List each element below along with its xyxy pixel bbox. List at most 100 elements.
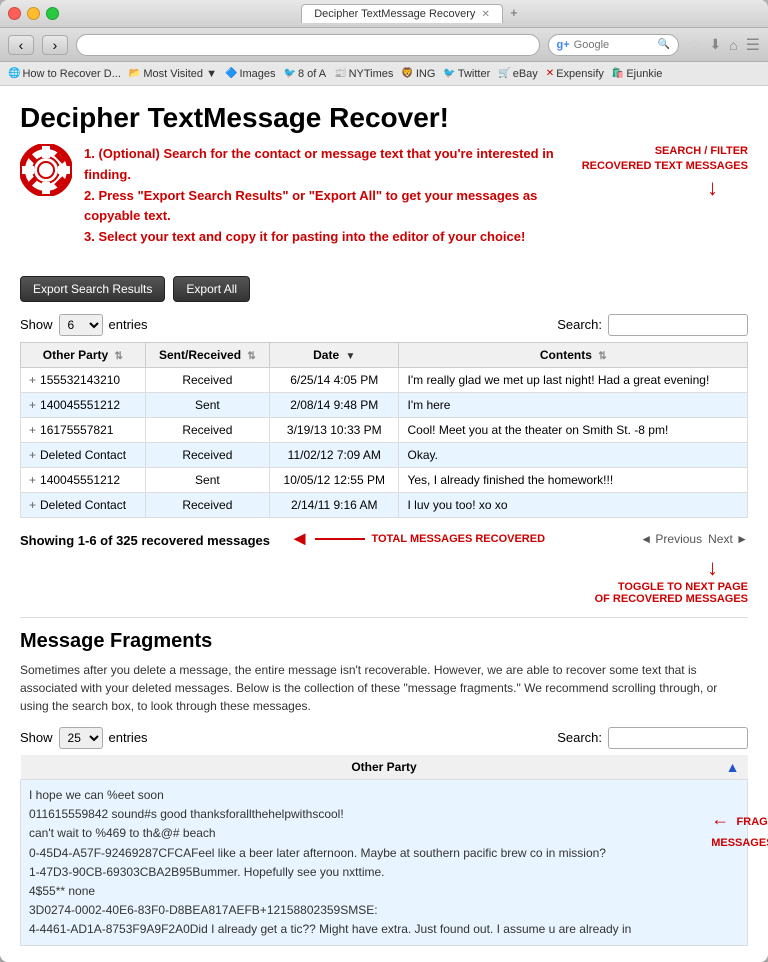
fragments-annotation: ← FRAGMENTS ARE REMNANTS OFMESSAGES THAT… [711, 806, 768, 851]
forward-button[interactable]: › [42, 35, 68, 55]
address-bar[interactable] [76, 34, 540, 56]
table-row: +Deleted Contact Received 2/14/11 9:16 A… [21, 492, 748, 517]
total-annotation: ◄ TOTAL MESSAGES RECOVERED [290, 528, 545, 551]
bookmark-icon-8ofa: 🐦 [284, 68, 296, 79]
search-nav-input[interactable] [574, 39, 654, 51]
fragments-col-label: Other Party [351, 760, 416, 774]
bookmark-label-expensify: Expensify [556, 68, 604, 80]
fragment-line: 011615559842 sound#s good thanksforallth… [29, 805, 739, 824]
total-annotation-label: TOTAL MESSAGES RECOVERED [371, 533, 545, 545]
fragments-search-input[interactable] [608, 727, 748, 749]
next-button[interactable]: Next ► [708, 532, 748, 546]
bookmark-label-most-visited: Most Visited ▼ [143, 68, 217, 80]
cell-content: I luv you too! xo xo [399, 492, 748, 517]
cell-date: 11/02/12 7:09 AM [270, 442, 399, 467]
col-header-contents[interactable]: Contents ⇅ [399, 342, 748, 367]
cell-content: I'm here [399, 392, 748, 417]
fragments-description: Sometimes after you delete a message, th… [20, 661, 748, 715]
expand-icon[interactable]: + [29, 373, 36, 387]
fragments-show-label: Show [20, 730, 53, 745]
export-all-button[interactable]: Export All [173, 276, 250, 302]
google-search-icon: g+ [557, 39, 570, 51]
new-tab-button[interactable]: + [510, 5, 518, 20]
table-row: +Deleted Contact Received 11/02/12 7:09 … [21, 442, 748, 467]
bookmark-icon-ing: 🦁 [401, 68, 413, 79]
expand-icon[interactable]: + [29, 398, 36, 412]
expand-icon[interactable]: + [29, 473, 36, 487]
fragments-cell: I hope we can %eet soon011615559842 soun… [21, 779, 748, 946]
cell-party: +16175557821 [21, 417, 146, 442]
fragment-line: 3D0274-0002-40E6-83F0-D8BEA817AEFB+12158… [29, 901, 739, 920]
export-search-button[interactable]: Export Search Results [20, 276, 165, 302]
annotation-line [315, 538, 365, 540]
col-header-sent-received[interactable]: Sent/Received ⇅ [145, 342, 269, 367]
bookmark-twitter[interactable]: 🐦 Twitter [443, 68, 490, 80]
table-row: +16175557821 Received 3/19/13 10:33 PM C… [21, 417, 748, 442]
minimize-button[interactable] [27, 7, 40, 20]
previous-button[interactable]: ◄ Previous [640, 532, 702, 546]
bookmark-ing[interactable]: 🦁 ING [401, 68, 435, 80]
showing-count: 325 [116, 533, 138, 548]
bookmark-nytimes[interactable]: 📰 NYTimes [334, 68, 393, 80]
nav-search-button[interactable]: 🔍 [658, 39, 670, 50]
bookmark-star-icon[interactable]: ☆ [687, 35, 701, 55]
titlebar: Decipher TextMessage Recovery ✕ + [0, 0, 768, 28]
bookmark-expensify[interactable]: ✕ Expensify [546, 68, 604, 80]
fragments-row: I hope we can %eet soon011615559842 soun… [21, 779, 748, 946]
cell-party: +Deleted Contact [21, 492, 146, 517]
fragments-search-label: Search: [557, 730, 602, 745]
fragments-entries-select[interactable]: 25 10 50 [59, 727, 103, 749]
close-button[interactable] [8, 7, 21, 20]
sort-date-icon: ▼ [345, 351, 355, 362]
expand-icon[interactable]: + [29, 423, 36, 437]
bookmark-8ofa[interactable]: 🐦 8 of A [284, 68, 327, 80]
search-annotation: SEARCH / FILTERRECOVERED TEXT MESSAGES ↓ [582, 144, 748, 201]
next-page-arrow-icon: ↓ [595, 555, 718, 581]
back-button[interactable]: ‹ [8, 35, 34, 55]
fragments-entries-label: entries [109, 730, 148, 745]
col-header-party[interactable]: Other Party ⇅ [21, 342, 146, 367]
window-title: Decipher TextMessage Recovery ✕ + [59, 4, 760, 23]
sort-fragments-icon[interactable]: ▲ [726, 759, 740, 775]
bookmark-ejunkie[interactable]: 🛍️ Ejunkie [612, 68, 663, 80]
fragment-line: I hope we can %eet soon [29, 786, 739, 805]
maximize-button[interactable] [46, 7, 59, 20]
bookmark-how-to[interactable]: 🌐 How to Recover D... [8, 68, 121, 80]
search-label: Search: [557, 317, 602, 332]
showing-row: Showing 1-6 of 325 recovered messages ◄ … [20, 528, 748, 551]
entries-select[interactable]: 6 10 25 50 [59, 314, 103, 336]
window-controls[interactable] [8, 7, 59, 20]
expand-icon[interactable]: + [29, 448, 36, 462]
cell-type: Received [145, 417, 269, 442]
tab-label: Decipher TextMessage Recovery [314, 8, 475, 20]
cell-type: Sent [145, 467, 269, 492]
cell-content: Okay. [399, 442, 748, 467]
showing-text: Showing 1-6 of 325 recovered messages ◄ … [20, 528, 545, 551]
bookmark-label-how-to: How to Recover D... [22, 68, 120, 80]
instructions-text: 1. (Optional) Search for the contact or … [84, 144, 570, 248]
download-icon[interactable]: ⬇ [709, 36, 721, 53]
instruction-2: 2. Press "Export Search Results" or "Exp… [84, 186, 570, 228]
tab-close[interactable]: ✕ [481, 9, 489, 20]
cell-content: Yes, I already finished the homework!!! [399, 467, 748, 492]
home-icon[interactable]: ⌂ [729, 37, 737, 53]
bookmark-label-ejunkie: Ejunkie [626, 68, 662, 80]
fragments-table: Other Party ▲ I hope we can %eet soon011… [20, 755, 748, 947]
fragments-content-wrapper: I hope we can %eet soon011615559842 soun… [29, 786, 739, 940]
show-entries: Show 6 10 25 50 entries [20, 314, 148, 336]
bookmark-images[interactable]: 🔷 Images [225, 68, 276, 80]
bookmark-most-visited[interactable]: 📂 Most Visited ▼ [129, 68, 217, 80]
next-page-annotation-label: TOGGLE TO NEXT PAGEOF RECOVERED MESSAGES [595, 581, 748, 605]
browser-tab[interactable]: Decipher TextMessage Recovery ✕ [301, 4, 503, 23]
total-arrow-icon: ◄ [290, 528, 310, 551]
bookmark-ebay[interactable]: 🛒 eBay [498, 68, 538, 80]
search-input[interactable] [608, 314, 748, 336]
bookmark-icon-images: 🔷 [225, 68, 237, 79]
table-row: +155532143210 Received 6/25/14 4:05 PM I… [21, 367, 748, 392]
menu-icon[interactable]: ☰ [746, 35, 760, 55]
cell-date: 6/25/14 4:05 PM [270, 367, 399, 392]
cell-date: 2/08/14 9:48 PM [270, 392, 399, 417]
expand-icon[interactable]: + [29, 498, 36, 512]
action-buttons: Export Search Results Export All [20, 276, 748, 302]
col-header-date[interactable]: Date ▼ [270, 342, 399, 367]
